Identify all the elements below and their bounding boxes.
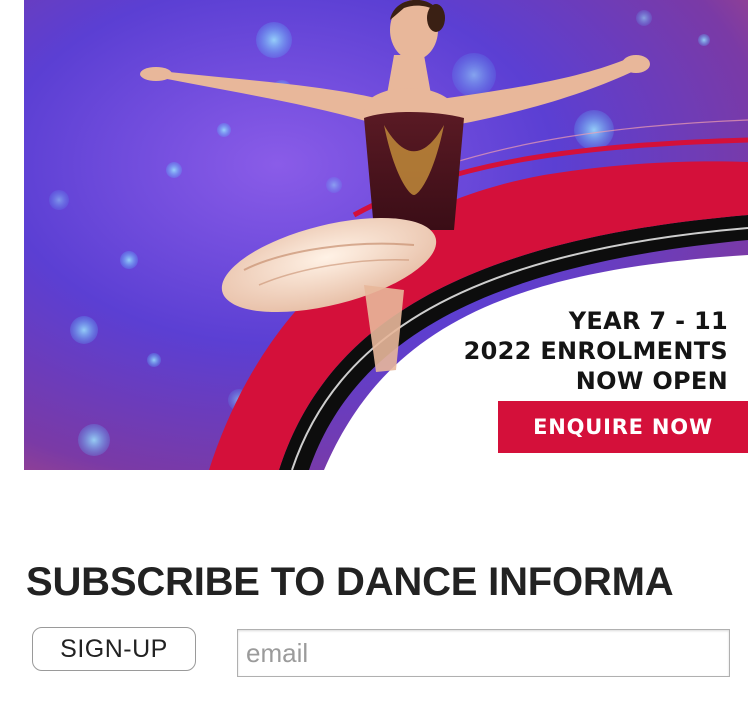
- ad-headline-line-2: 2022 ENROLMENTS: [463, 337, 728, 365]
- ballet-dancer-photo: [24, 0, 748, 470]
- enquire-now-button[interactable]: ENQUIRE NOW: [498, 401, 748, 453]
- subscribe-heading: SUBSCRIBE TO DANCE INFORMA: [26, 560, 674, 604]
- ad-headline: YEAR 7 - 11 2022 ENROLMENTS NOW OPEN: [464, 306, 728, 396]
- sign-up-button[interactable]: SIGN-UP: [32, 627, 196, 671]
- page: YEAR 7 - 11 2022 ENROLMENTS NOW OPEN ENQ…: [0, 0, 748, 726]
- email-input[interactable]: [237, 629, 730, 677]
- ad-headline-line-1: YEAR 7 - 11: [568, 307, 728, 335]
- ad-headline-line-3: NOW OPEN: [575, 367, 728, 395]
- enrolment-ad-banner[interactable]: YEAR 7 - 11 2022 ENROLMENTS NOW OPEN ENQ…: [24, 0, 748, 470]
